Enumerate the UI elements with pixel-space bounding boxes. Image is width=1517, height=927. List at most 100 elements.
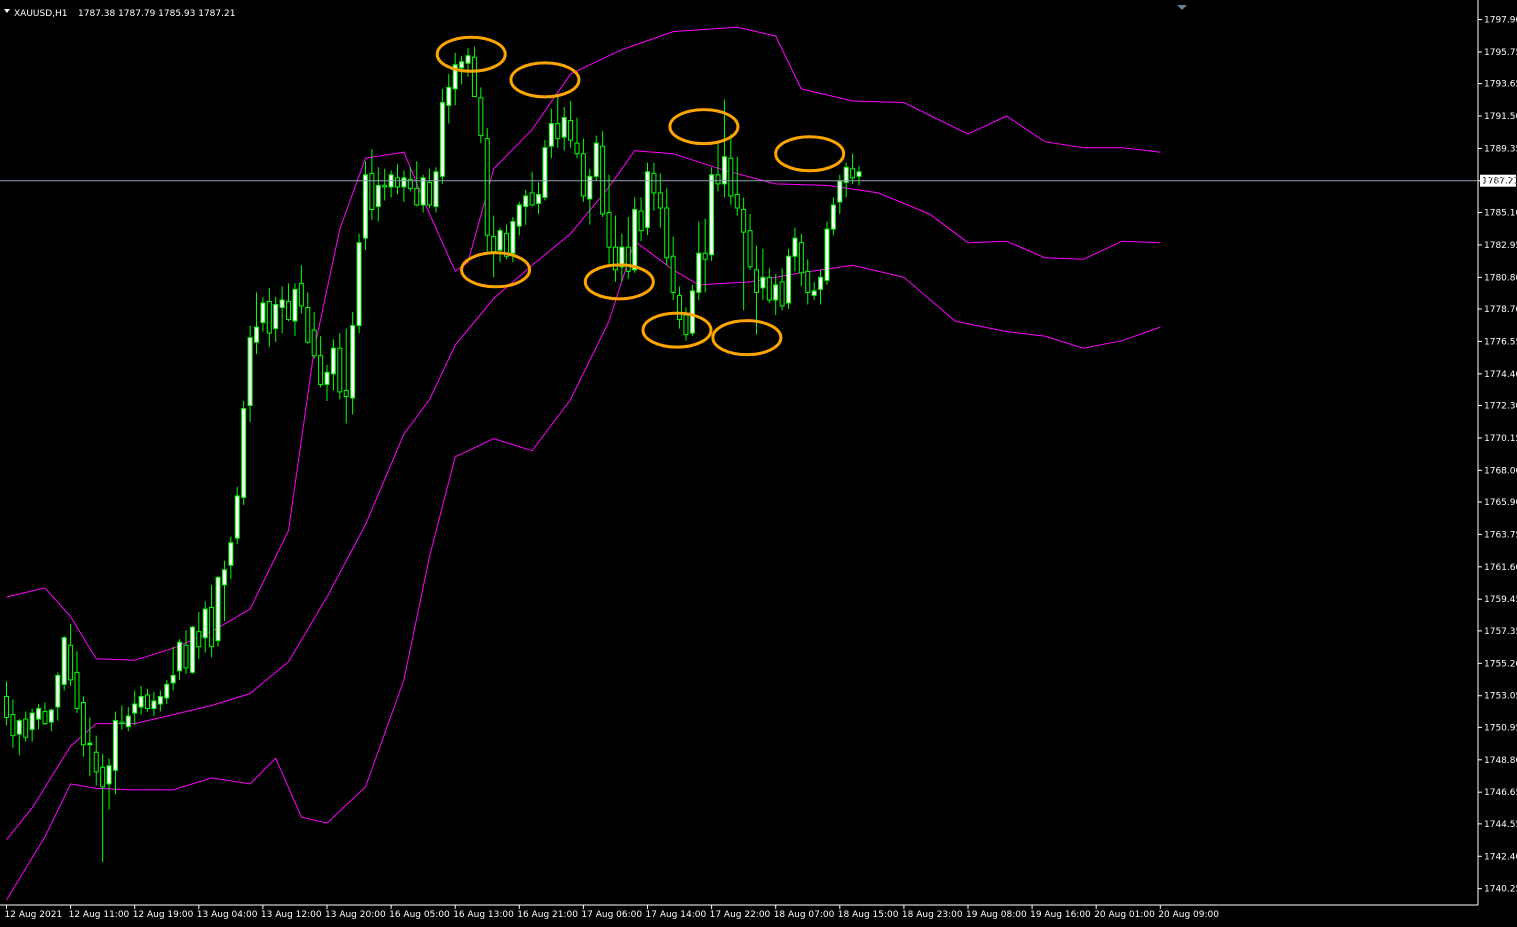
time-tick-label: 16 Aug 05:00 bbox=[389, 910, 450, 920]
candle-body-bull bbox=[497, 230, 503, 251]
candle-body-bear bbox=[298, 282, 304, 307]
price-tick-label: 1757.35 bbox=[1484, 627, 1517, 637]
candle-body-bull bbox=[439, 101, 445, 177]
candle-body-bear bbox=[574, 142, 580, 155]
candle-body-bear bbox=[395, 177, 401, 188]
price-tick-label: 1755.20 bbox=[1484, 659, 1517, 669]
candle-body-bull bbox=[228, 542, 234, 566]
price-tick-label: 1797.90 bbox=[1484, 16, 1517, 26]
candle-body-bull bbox=[689, 290, 695, 334]
price-tick-label: 1768.00 bbox=[1484, 466, 1517, 476]
candle-body-bull bbox=[87, 742, 93, 746]
candle-body-bull bbox=[29, 712, 35, 731]
candle-body-bull bbox=[151, 700, 157, 710]
price-tick-label: 1787.21 bbox=[1484, 177, 1517, 187]
candle-body-bull bbox=[401, 177, 407, 188]
candle-body-bear bbox=[478, 97, 484, 137]
candle-body-bear bbox=[93, 751, 99, 773]
time-tick-label: 20 Aug 09:00 bbox=[1158, 910, 1219, 920]
price-tick-label: 1780.80 bbox=[1484, 273, 1517, 283]
candle-body-bear bbox=[677, 294, 683, 321]
candle-body-bear bbox=[670, 255, 676, 293]
candle-body-bear bbox=[311, 329, 317, 357]
candle-body-bull bbox=[177, 641, 183, 672]
candle-body-bear bbox=[683, 314, 689, 336]
candle-body-bear bbox=[68, 644, 74, 681]
candle-body-bull bbox=[350, 325, 356, 399]
candle-body-bear bbox=[850, 168, 856, 179]
candle-body-bull bbox=[16, 720, 22, 735]
candle-body-bear bbox=[183, 644, 189, 669]
candle-body-bull bbox=[433, 171, 439, 207]
chart-canvas[interactable]: XAUUSD,H1 1787.38 1787.79 1785.93 1787.2… bbox=[0, 0, 1517, 927]
price-tick-label: 1774.40 bbox=[1484, 370, 1517, 380]
time-tick-label: 12 Aug 2021 bbox=[5, 910, 63, 920]
price-tick-label: 1750.95 bbox=[1484, 723, 1517, 733]
candle-body-bull bbox=[221, 569, 227, 586]
candle-body-bear bbox=[664, 207, 670, 259]
candle-body-bull bbox=[106, 765, 112, 785]
candle-body-bull bbox=[593, 142, 599, 177]
candle-body-bear bbox=[555, 123, 561, 140]
price-tick-label: 1744.55 bbox=[1484, 820, 1517, 830]
candle-body-bull bbox=[157, 695, 163, 705]
candle-body-bear bbox=[266, 300, 272, 334]
candle-body-bull bbox=[247, 337, 253, 406]
time-tick-label: 16 Aug 21:00 bbox=[517, 910, 578, 920]
price-tick-label: 1793.65 bbox=[1484, 80, 1517, 90]
candle-body-bull bbox=[138, 695, 144, 708]
candle-body-bull bbox=[446, 86, 452, 106]
candle-body-bull bbox=[645, 171, 650, 229]
price-tick-label: 1746.65 bbox=[1484, 788, 1517, 798]
candle-body-bear bbox=[100, 766, 106, 788]
candle-body-bull bbox=[170, 674, 176, 684]
price-tick-label: 1770.15 bbox=[1484, 434, 1517, 444]
time-tick-label: 17 Aug 14:00 bbox=[646, 910, 707, 920]
candle-body-bear bbox=[568, 120, 574, 141]
candle-body-bear bbox=[23, 718, 29, 738]
candle-body-bull bbox=[561, 117, 567, 138]
candle-body-bull bbox=[125, 715, 131, 728]
candle-body-bull bbox=[632, 209, 638, 271]
candle-body-bull bbox=[253, 326, 259, 343]
candle-body-bear bbox=[798, 242, 804, 274]
candle-body-bull bbox=[215, 576, 221, 642]
candle-body-bull bbox=[132, 703, 138, 714]
candle-body-bear bbox=[657, 192, 663, 209]
candle-body-bear bbox=[625, 246, 631, 272]
time-tick-label: 18 Aug 15:00 bbox=[838, 910, 899, 920]
candle-body-bear bbox=[337, 347, 343, 393]
candle-body-bull bbox=[760, 276, 766, 289]
candle-body-bull bbox=[465, 55, 471, 64]
time-tick-label: 17 Aug 06:00 bbox=[581, 910, 642, 920]
candle-body-bear bbox=[343, 389, 349, 397]
candle-body-bull bbox=[837, 180, 843, 203]
price-tick-label: 1778.70 bbox=[1484, 305, 1517, 315]
candle-body-bear bbox=[80, 701, 86, 746]
price-tick-label: 1765.90 bbox=[1484, 498, 1517, 508]
candle-body-bull bbox=[189, 626, 195, 673]
candle-body-bull bbox=[324, 371, 330, 385]
price-tick-label: 1776.55 bbox=[1484, 337, 1517, 347]
candle-body-bull bbox=[843, 166, 849, 183]
price-tick-label: 1761.60 bbox=[1484, 563, 1517, 573]
candle-body-bear bbox=[10, 714, 16, 737]
price-tick-label: 1789.35 bbox=[1484, 144, 1517, 154]
candle-body-bull bbox=[709, 174, 715, 256]
candle-body-bull bbox=[241, 408, 247, 498]
candle-body-bull bbox=[824, 228, 830, 281]
time-tick-label: 17 Aug 22:00 bbox=[710, 910, 771, 920]
time-tick-label: 19 Aug 16:00 bbox=[1030, 910, 1091, 920]
price-tick-label: 1782.95 bbox=[1484, 241, 1517, 251]
candle-body-bull bbox=[786, 255, 792, 304]
price-tick-label: 1748.80 bbox=[1484, 756, 1517, 766]
price-tick-label: 1791.50 bbox=[1484, 112, 1517, 122]
candle-body-bear bbox=[484, 138, 490, 236]
candle-body-bull bbox=[856, 171, 862, 177]
candle-body-bull bbox=[830, 204, 836, 230]
candle-body-bear bbox=[414, 187, 420, 206]
time-tick-label: 13 Aug 12:00 bbox=[261, 910, 322, 920]
candle-body-bear bbox=[734, 193, 740, 209]
candle-body-bear bbox=[728, 157, 734, 197]
price-tick-label: 1742.40 bbox=[1484, 852, 1517, 862]
